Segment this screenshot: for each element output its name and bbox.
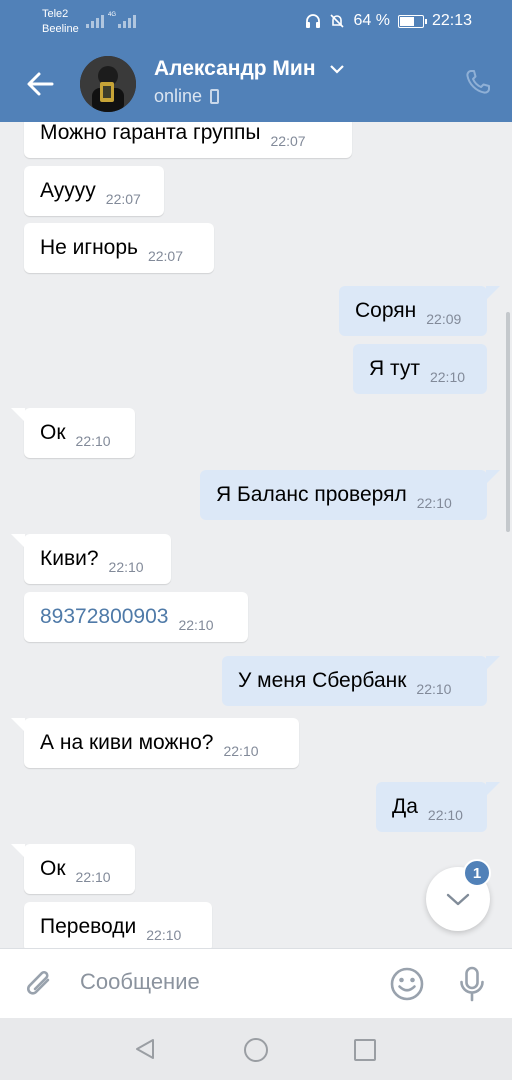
message-input[interactable]: Сообщение	[80, 969, 200, 995]
message-bubble-incoming[interactable]: Переводи 22:10	[24, 902, 212, 948]
battery-icon	[397, 14, 427, 28]
message-bubble-outgoing[interactable]: Сорян 22:09	[339, 286, 500, 336]
message-bubble-incoming[interactable]: Не игнорь 22:07	[24, 223, 214, 273]
carrier-2: Beeline	[42, 23, 79, 35]
unread-badge: 1	[463, 859, 491, 887]
message-text: Я Баланс проверял	[216, 483, 407, 506]
message-text: Ауууу	[40, 179, 96, 202]
carrier-1: Tele2	[42, 8, 69, 20]
microphone-icon[interactable]	[458, 965, 486, 1003]
message-bubble-incoming[interactable]: Ок 22:10	[11, 408, 135, 458]
nav-back-icon[interactable]	[134, 1038, 156, 1060]
message-time: 22:10	[429, 369, 466, 385]
message-text: А на киви можно?	[40, 731, 214, 754]
nav-home-icon[interactable]	[244, 1038, 268, 1062]
message-bubble-outgoing[interactable]: Я тут 22:10	[353, 344, 487, 394]
chat-header: Александр Мин online	[0, 44, 512, 122]
system-nav-bar	[0, 1018, 512, 1080]
avatar-image	[80, 56, 136, 112]
message-time: 22:10	[416, 495, 452, 511]
network-type: 4G	[108, 12, 117, 18]
message-text: Киви?	[40, 547, 99, 570]
emoji-icon[interactable]	[389, 966, 425, 1002]
message-time: 22:07	[270, 133, 306, 149]
avatar[interactable]	[80, 56, 136, 112]
message-time: 22:10	[108, 559, 144, 575]
message-bubble-incoming[interactable]: Ауууу 22:07	[24, 166, 164, 216]
message-time: 22:10	[223, 743, 259, 759]
presence-status: online	[154, 86, 220, 107]
mute-bell-icon	[330, 14, 345, 28]
status-right: 64 % 22:13	[305, 12, 472, 30]
clock: 22:13	[431, 12, 472, 29]
headphones-icon	[306, 14, 321, 28]
nav-recents-icon[interactable]	[354, 1039, 376, 1061]
message-bubble-incoming[interactable]: Киви? 22:10	[11, 534, 171, 584]
message-text: Не игнорь	[40, 236, 138, 259]
scrollbar[interactable]	[506, 312, 510, 532]
phone-call-icon[interactable]	[464, 68, 492, 96]
message-bubble-incoming[interactable]: Можно гаранта группы 22:07	[24, 122, 352, 158]
phone-number-link[interactable]: 89372800903	[40, 605, 168, 629]
message-time: 22:07	[147, 248, 184, 264]
back-arrow-icon[interactable]	[24, 68, 56, 100]
contact-name[interactable]: Александр Мин	[154, 57, 316, 81]
battery-percent: 64 %	[353, 12, 390, 29]
message-bubble-outgoing[interactable]: Я Баланс проверял 22:10	[200, 470, 500, 520]
paperclip-icon[interactable]	[24, 967, 56, 1001]
message-text: Ок	[40, 857, 66, 880]
message-text: Ок	[40, 421, 66, 444]
message-time: 22:07	[105, 191, 141, 207]
message-text: Я тут	[369, 357, 420, 380]
chevron-down-icon	[446, 893, 470, 906]
message-composer: Сообщение	[0, 948, 512, 1018]
message-time: 22:10	[146, 927, 182, 943]
message-list[interactable]: Можно гаранта группы 22:07 Ауууу 22:07 Н…	[0, 122, 512, 948]
message-text: Можно гаранта группы	[40, 122, 261, 144]
message-time: 22:09	[426, 311, 462, 327]
carrier-names: Tele2 Beeline	[42, 7, 79, 37]
message-bubble-outgoing[interactable]: Да 22:10	[376, 782, 500, 832]
message-time: 22:10	[416, 681, 452, 697]
mobile-icon	[210, 89, 220, 104]
message-bubble-incoming[interactable]: Ок 22:10	[11, 844, 135, 894]
chevron-down-icon[interactable]	[330, 64, 344, 74]
message-bubble-incoming[interactable]: 89372800903 22:10	[24, 592, 248, 642]
message-text: Переводи	[40, 915, 137, 938]
message-text: У меня Сбербанк	[238, 669, 407, 692]
message-text: Да	[392, 795, 418, 818]
signal-icon	[86, 12, 104, 28]
status-bar: Tele2 Beeline 4G 64 % 22:13	[0, 0, 512, 44]
signal-icon-2	[118, 12, 136, 28]
message-bubble-incoming[interactable]: А на киви можно? 22:10	[11, 718, 299, 768]
message-bubble-outgoing[interactable]: У меня Сбербанк 22:10	[222, 656, 500, 706]
message-time: 22:10	[75, 433, 111, 449]
message-time: 22:10	[75, 869, 111, 885]
presence-text: online	[154, 86, 203, 106]
message-time: 22:10	[427, 807, 463, 823]
message-time: 22:10	[178, 617, 214, 633]
message-text: Сорян	[355, 299, 417, 322]
